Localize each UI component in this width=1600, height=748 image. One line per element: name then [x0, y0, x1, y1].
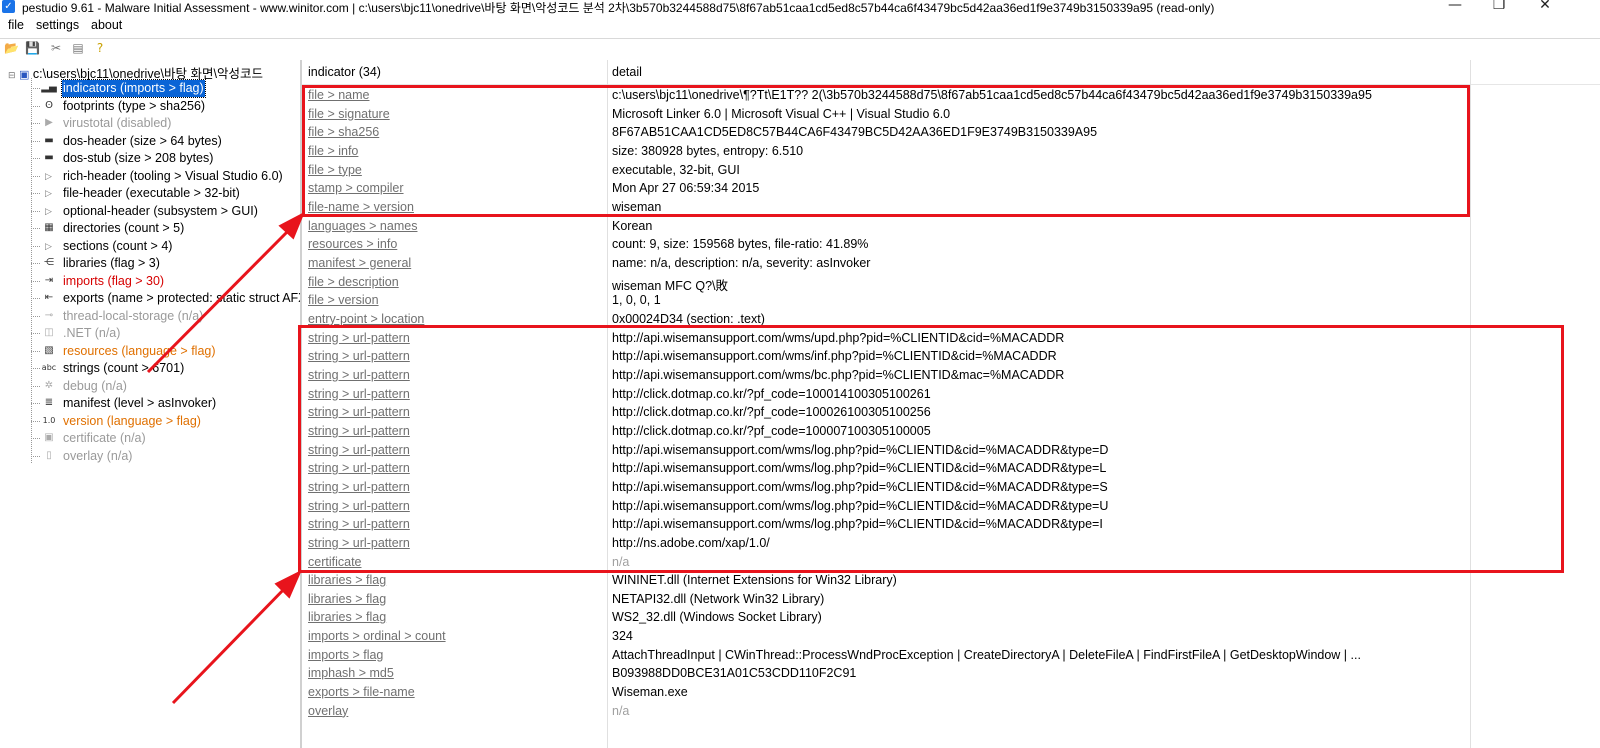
arrow-line-upper — [146, 225, 294, 374]
arrow-line-lower — [171, 583, 290, 705]
annotation-arrows — [146, 211, 305, 705]
